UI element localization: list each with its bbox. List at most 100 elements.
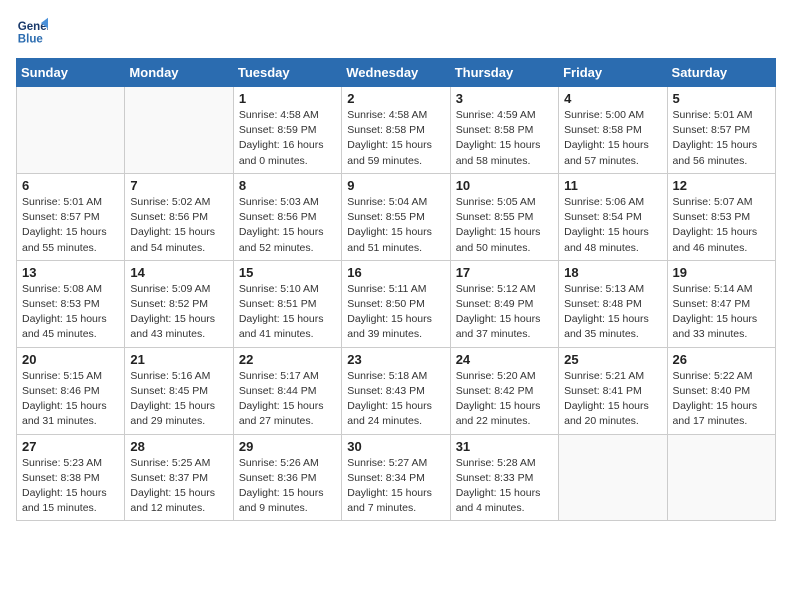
- calendar-cell: [17, 87, 125, 174]
- day-info: Sunrise: 5:17 AM Sunset: 8:44 PM Dayligh…: [239, 369, 336, 430]
- day-info: Sunrise: 5:05 AM Sunset: 8:55 PM Dayligh…: [456, 195, 553, 256]
- calendar-week-4: 20 Sunrise: 5:15 AM Sunset: 8:46 PM Dayli…: [17, 347, 776, 434]
- day-info: Sunrise: 5:02 AM Sunset: 8:56 PM Dayligh…: [130, 195, 227, 256]
- day-info: Sunrise: 5:23 AM Sunset: 8:38 PM Dayligh…: [22, 456, 119, 517]
- calendar-cell: 30 Sunrise: 5:27 AM Sunset: 8:34 PM Dayli…: [342, 434, 450, 521]
- calendar-cell: 20 Sunrise: 5:15 AM Sunset: 8:46 PM Dayli…: [17, 347, 125, 434]
- day-number: 3: [456, 91, 553, 106]
- page-header: General Blue: [16, 16, 776, 48]
- calendar-cell: 15Sunrise: 5:10 AM Sunset: 8:51 PM Dayli…: [233, 260, 341, 347]
- calendar-cell: [125, 87, 233, 174]
- day-info: Sunrise: 5:28 AM Sunset: 8:33 PM Dayligh…: [456, 456, 553, 517]
- day-info: Sunrise: 4:59 AM Sunset: 8:58 PM Dayligh…: [456, 108, 553, 169]
- weekday-header-wednesday: Wednesday: [342, 59, 450, 87]
- day-number: 24: [456, 352, 553, 367]
- calendar-cell: 3 Sunrise: 4:59 AM Sunset: 8:58 PM Daylig…: [450, 87, 558, 174]
- weekday-header-sunday: Sunday: [17, 59, 125, 87]
- day-info: Sunrise: 5:04 AM Sunset: 8:55 PM Dayligh…: [347, 195, 444, 256]
- weekday-header-thursday: Thursday: [450, 59, 558, 87]
- day-number: 4: [564, 91, 661, 106]
- day-info: Sunrise: 5:25 AM Sunset: 8:37 PM Dayligh…: [130, 456, 227, 517]
- day-number: 18: [564, 265, 661, 280]
- day-number: 9: [347, 178, 444, 193]
- day-info: Sunrise: 5:18 AM Sunset: 8:43 PM Dayligh…: [347, 369, 444, 430]
- day-number: 13: [22, 265, 119, 280]
- day-number: 25: [564, 352, 661, 367]
- day-number: 20: [22, 352, 119, 367]
- day-info: Sunrise: 5:12 AM Sunset: 8:49 PM Dayligh…: [456, 282, 553, 343]
- logo-icon: General Blue: [16, 16, 48, 48]
- day-number: 21: [130, 352, 227, 367]
- day-number: 27: [22, 439, 119, 454]
- day-number: 22: [239, 352, 336, 367]
- logo: General Blue: [16, 16, 52, 48]
- day-number: 30: [347, 439, 444, 454]
- day-number: 12: [673, 178, 770, 193]
- day-info: Sunrise: 5:22 AM Sunset: 8:40 PM Dayligh…: [673, 369, 770, 430]
- day-info: Sunrise: 5:01 AM Sunset: 8:57 PM Dayligh…: [22, 195, 119, 256]
- day-info: Sunrise: 5:13 AM Sunset: 8:48 PM Dayligh…: [564, 282, 661, 343]
- day-number: 6: [22, 178, 119, 193]
- calendar-cell: 16Sunrise: 5:11 AM Sunset: 8:50 PM Dayli…: [342, 260, 450, 347]
- day-info: Sunrise: 5:06 AM Sunset: 8:54 PM Dayligh…: [564, 195, 661, 256]
- calendar-header-row: SundayMondayTuesdayWednesdayThursdayFrid…: [17, 59, 776, 87]
- day-number: 2: [347, 91, 444, 106]
- svg-text:Blue: Blue: [18, 34, 44, 46]
- day-info: Sunrise: 5:27 AM Sunset: 8:34 PM Dayligh…: [347, 456, 444, 517]
- calendar-cell: 29 Sunrise: 5:26 AM Sunset: 8:36 PM Dayli…: [233, 434, 341, 521]
- day-info: Sunrise: 5:26 AM Sunset: 8:36 PM Dayligh…: [239, 456, 336, 517]
- calendar-cell: [667, 434, 775, 521]
- day-info: Sunrise: 5:10 AM Sunset: 8:51 PM Dayligh…: [239, 282, 336, 343]
- day-number: 23: [347, 352, 444, 367]
- day-info: Sunrise: 5:01 AM Sunset: 8:57 PM Dayligh…: [673, 108, 770, 169]
- calendar-cell: 18 Sunrise: 5:13 AM Sunset: 8:48 PM Dayli…: [559, 260, 667, 347]
- calendar-cell: 27 Sunrise: 5:23 AM Sunset: 8:38 PM Dayli…: [17, 434, 125, 521]
- calendar-cell: [559, 434, 667, 521]
- day-info: Sunrise: 5:15 AM Sunset: 8:46 PM Dayligh…: [22, 369, 119, 430]
- day-info: Sunrise: 5:07 AM Sunset: 8:53 PM Dayligh…: [673, 195, 770, 256]
- weekday-header-monday: Monday: [125, 59, 233, 87]
- calendar-week-2: 6 Sunrise: 5:01 AM Sunset: 8:57 PM Daylig…: [17, 173, 776, 260]
- calendar-cell: 17 Sunrise: 5:12 AM Sunset: 8:49 PM Dayli…: [450, 260, 558, 347]
- calendar-week-3: 13 Sunrise: 5:08 AM Sunset: 8:53 PM Dayli…: [17, 260, 776, 347]
- day-info: Sunrise: 5:08 AM Sunset: 8:53 PM Dayligh…: [22, 282, 119, 343]
- day-info: Sunrise: 5:09 AM Sunset: 8:52 PM Dayligh…: [130, 282, 227, 343]
- calendar-cell: 11 Sunrise: 5:06 AM Sunset: 8:54 PM Dayli…: [559, 173, 667, 260]
- day-info: Sunrise: 5:00 AM Sunset: 8:58 PM Dayligh…: [564, 108, 661, 169]
- day-number: 11: [564, 178, 661, 193]
- calendar-cell: 13 Sunrise: 5:08 AM Sunset: 8:53 PM Dayli…: [17, 260, 125, 347]
- day-number: 28: [130, 439, 227, 454]
- calendar-cell: 19Sunrise: 5:14 AM Sunset: 8:47 PM Dayli…: [667, 260, 775, 347]
- calendar-cell: 6 Sunrise: 5:01 AM Sunset: 8:57 PM Daylig…: [17, 173, 125, 260]
- calendar-cell: 23 Sunrise: 5:18 AM Sunset: 8:43 PM Dayli…: [342, 347, 450, 434]
- calendar-cell: 24 Sunrise: 5:20 AM Sunset: 8:42 PM Dayli…: [450, 347, 558, 434]
- calendar-cell: 21 Sunrise: 5:16 AM Sunset: 8:45 PM Dayli…: [125, 347, 233, 434]
- calendar-cell: 31 Sunrise: 5:28 AM Sunset: 8:33 PM Dayli…: [450, 434, 558, 521]
- calendar-cell: 26Sunrise: 5:22 AM Sunset: 8:40 PM Dayli…: [667, 347, 775, 434]
- calendar-cell: 12 Sunrise: 5:07 AM Sunset: 8:53 PM Dayli…: [667, 173, 775, 260]
- calendar-cell: 28 Sunrise: 5:25 AM Sunset: 8:37 PM Dayli…: [125, 434, 233, 521]
- day-number: 31: [456, 439, 553, 454]
- calendar-cell: 25Sunrise: 5:21 AM Sunset: 8:41 PM Dayli…: [559, 347, 667, 434]
- day-number: 1: [239, 91, 336, 106]
- day-info: Sunrise: 5:16 AM Sunset: 8:45 PM Dayligh…: [130, 369, 227, 430]
- day-number: 14: [130, 265, 227, 280]
- weekday-header-saturday: Saturday: [667, 59, 775, 87]
- calendar-week-1: 1 Sunrise: 4:58 AM Sunset: 8:59 PM Daylig…: [17, 87, 776, 174]
- day-number: 17: [456, 265, 553, 280]
- day-number: 5: [673, 91, 770, 106]
- calendar-cell: 10Sunrise: 5:05 AM Sunset: 8:55 PM Dayli…: [450, 173, 558, 260]
- calendar-cell: 14 Sunrise: 5:09 AM Sunset: 8:52 PM Dayli…: [125, 260, 233, 347]
- day-number: 16: [347, 265, 444, 280]
- day-number: 29: [239, 439, 336, 454]
- calendar-cell: 1 Sunrise: 4:58 AM Sunset: 8:59 PM Daylig…: [233, 87, 341, 174]
- day-info: Sunrise: 4:58 AM Sunset: 8:58 PM Dayligh…: [347, 108, 444, 169]
- calendar-cell: 5 Sunrise: 5:01 AM Sunset: 8:57 PM Daylig…: [667, 87, 775, 174]
- day-number: 19: [673, 265, 770, 280]
- day-info: Sunrise: 5:20 AM Sunset: 8:42 PM Dayligh…: [456, 369, 553, 430]
- calendar-table: SundayMondayTuesdayWednesdayThursdayFrid…: [16, 58, 776, 521]
- calendar-week-5: 27 Sunrise: 5:23 AM Sunset: 8:38 PM Dayli…: [17, 434, 776, 521]
- day-info: Sunrise: 4:58 AM Sunset: 8:59 PM Dayligh…: [239, 108, 336, 169]
- calendar-cell: 2 Sunrise: 4:58 AM Sunset: 8:58 PM Daylig…: [342, 87, 450, 174]
- calendar-cell: 4 Sunrise: 5:00 AM Sunset: 8:58 PM Daylig…: [559, 87, 667, 174]
